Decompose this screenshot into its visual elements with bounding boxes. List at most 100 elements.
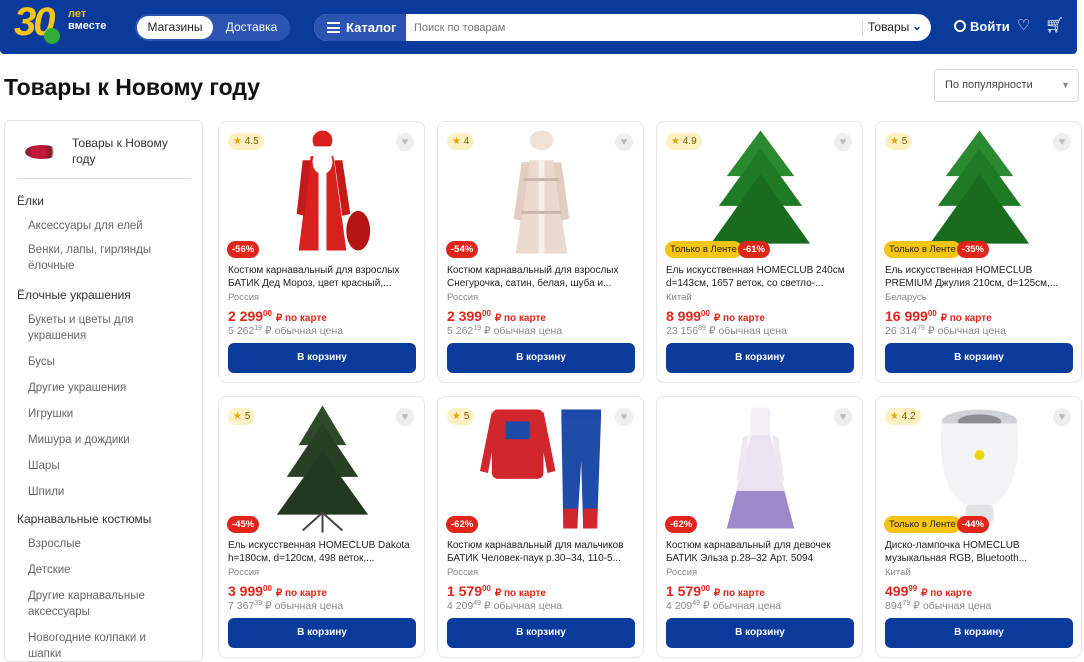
regular-price: 26 31479 ₽ обычная цена [885, 325, 1006, 337]
old-price-suffix: ₽ обычная цена [484, 600, 563, 612]
favorite-heart-icon[interactable]: ♥ [834, 133, 852, 151]
product-name[interactable]: Костюм карнавальный для взрослых БАТИК Д… [228, 264, 418, 290]
badges: -54% [446, 241, 479, 258]
sidebar-item[interactable]: Шпили [28, 484, 168, 500]
logo[interactable]: 30 лет вместе [14, 0, 124, 48]
add-to-cart-button[interactable]: В корзину [447, 618, 635, 648]
old-price-main: 23 156 [666, 325, 699, 337]
login-button[interactable]: Войти [954, 19, 1010, 34]
tab-stores[interactable]: Магазины [137, 16, 213, 39]
tab-delivery[interactable]: Доставка [215, 16, 288, 39]
sidebar-item[interactable]: Ёлки [17, 193, 197, 209]
old-price-suffix: ₽ обычная цена [265, 325, 344, 337]
price-main: 1 579 [447, 583, 483, 599]
add-to-cart-button[interactable]: В корзину [228, 618, 416, 648]
product-name[interactable]: Костюм карнавальный для взрослых Снегуро… [447, 264, 637, 290]
sidebar-item[interactable]: Шары [28, 458, 168, 474]
search-scope-select[interactable]: Товары [868, 14, 909, 41]
add-to-cart-button[interactable]: В корзину [666, 618, 854, 648]
product-image[interactable] [478, 126, 605, 258]
add-to-cart-button[interactable]: В корзину [447, 343, 635, 373]
add-to-cart-button[interactable]: В корзину [666, 343, 854, 373]
product-card[interactable]: 4.5 ♥ -56% Костюм карнавальный для взрослых… [218, 121, 425, 383]
sidebar-item[interactable]: Бусы [28, 354, 168, 370]
heart-icon[interactable]: ♡ [1017, 16, 1030, 34]
favorite-heart-icon[interactable]: ♥ [615, 133, 633, 151]
price-suffix: ₽ по карте [494, 588, 546, 599]
favorite-heart-icon[interactable]: ♥ [1053, 408, 1071, 426]
cart-icon[interactable]: 🛒︎ [1045, 16, 1064, 34]
old-price-suffix: ₽ обычная цена [484, 325, 563, 337]
sidebar-item[interactable]: Игрушки [28, 406, 168, 422]
chevron-down-icon[interactable]: ⌄ [912, 19, 922, 33]
favorite-heart-icon[interactable]: ♥ [396, 408, 414, 426]
old-price-suffix: ₽ обычная цена [703, 600, 782, 612]
old-price-kopecks: 79 [917, 325, 925, 332]
badges: Только в Ленте -61% [665, 241, 770, 258]
search-input[interactable] [414, 14, 854, 41]
favorite-heart-icon[interactable]: ♥ [1053, 133, 1071, 151]
catalog-button[interactable]: Каталог [314, 14, 406, 41]
price-main: 1 579 [666, 583, 702, 599]
product-card[interactable]: 4.9 ♥ Только в Ленте-61% Ель искусственная … [656, 121, 863, 383]
product-card[interactable]: 4 ♥ -54% Костюм карнавальный для взрослых С… [437, 121, 644, 383]
product-name[interactable]: Ель искусственная HOMECLUB Dakota h=180с… [228, 539, 418, 565]
add-to-cart-button[interactable]: В корзину [228, 343, 416, 373]
catalog-label: Каталог [346, 20, 397, 35]
old-price-kopecks: 19 [473, 325, 482, 332]
sidebar-item[interactable]: Новогодние колпаки и шапки [28, 630, 168, 661]
old-price-main: 7 367 [228, 600, 255, 612]
price-main: 2 299 [228, 308, 264, 324]
old-price-kopecks: 89 [698, 325, 706, 332]
product-image[interactable] [259, 401, 386, 533]
favorite-heart-icon[interactable]: ♥ [834, 408, 852, 426]
product-image[interactable] [697, 126, 824, 258]
add-to-cart-button[interactable]: В корзину [885, 343, 1073, 373]
product-card[interactable]: 5 ♥ -45% Ель искусственная HOMECLUB Dakota … [218, 396, 425, 658]
sort-select[interactable]: По популярности ▼ [934, 69, 1079, 102]
search-divider [862, 19, 863, 36]
price-suffix: ₽ по карте [275, 313, 327, 324]
price-main: 16 999 [885, 308, 928, 324]
favorite-heart-icon[interactable]: ♥ [396, 133, 414, 151]
sidebar-item[interactable]: Взрослые [28, 536, 168, 552]
product-image[interactable] [916, 126, 1043, 258]
sidebar-item[interactable]: Венки, лапы, гирлянды ёлочные [28, 242, 168, 274]
add-to-cart-button[interactable]: В корзину [885, 618, 1073, 648]
discount-badge: -56% [227, 241, 260, 258]
price-kopecks: 99 [908, 584, 918, 593]
product-image[interactable] [259, 126, 386, 258]
sidebar-item[interactable]: Детские [28, 562, 168, 578]
product-name[interactable]: Ель искусственная HOMECLUB 240см d=143см… [666, 264, 856, 290]
favorite-heart-icon[interactable]: ♥ [615, 408, 633, 426]
product-card[interactable]: 5 ♥ -62% Костюм карнавальный для мальчиков … [437, 396, 644, 658]
sidebar-item[interactable]: Карнавальные костюмы [17, 511, 197, 527]
product-image[interactable] [697, 401, 824, 533]
product-country: Россия [447, 292, 479, 303]
product-image[interactable] [478, 401, 605, 533]
product-card[interactable]: ♥ -62% Костюм карнавальный для девочек БАТ… [656, 396, 863, 658]
discount-badge: -54% [446, 241, 479, 258]
old-price-main: 894 [885, 600, 903, 612]
category-sidebar: Товары к Новому году Ёлки Аксессуары для … [4, 120, 203, 662]
sidebar-item[interactable]: Ёлочные украшения [17, 287, 197, 303]
product-name[interactable]: Ель искусственная HOMECLUB PREMIUM Джули… [885, 264, 1075, 290]
badges: Только в Ленте -44% [884, 516, 989, 533]
regular-price: 5 26219 ₽ обычная цена [447, 325, 562, 337]
product-country: Китай [666, 292, 692, 303]
discount-badge: -61% [737, 241, 770, 258]
old-price-kopecks: 19 [254, 325, 263, 332]
product-name[interactable]: Костюм карнавальный для девочек БАТИК Эл… [666, 539, 856, 565]
product-name[interactable]: Костюм карнавальный для мальчиков БАТИК … [447, 539, 637, 565]
price-suffix: ₽ по карте [921, 588, 973, 599]
sidebar-item[interactable]: Аксессуары для елей [28, 218, 168, 234]
sidebar-item[interactable]: Другие украшения [28, 380, 168, 396]
sidebar-header[interactable]: Товары к Новому году [17, 133, 191, 179]
product-card[interactable]: 5 ♥ Только в Ленте-35% Ель искусственная HO… [875, 121, 1082, 383]
product-card[interactable]: 4.2 ♥ Только в Ленте-44% Диско-лампочка HOM… [875, 396, 1082, 658]
product-image[interactable] [916, 401, 1043, 533]
product-name[interactable]: Диско-лампочка HOMECLUB музыкальная RGB,… [885, 539, 1075, 565]
sidebar-item[interactable]: Букеты и цветы для украшения [28, 312, 168, 344]
sidebar-item[interactable]: Мишура и дождики [28, 432, 168, 448]
sidebar-item[interactable]: Другие карнавальные аксессуары [28, 588, 168, 620]
